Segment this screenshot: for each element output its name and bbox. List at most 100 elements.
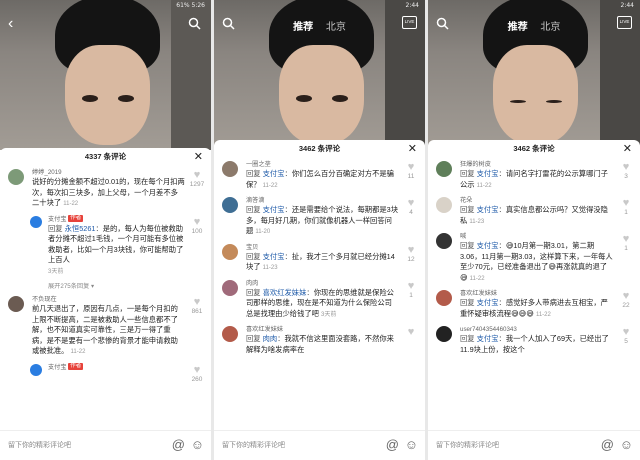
screen-3: 2:44 推荐 北京 LIVE 3462 条评论 ✕ 狂爆的树皮 回复 支付宝：请…	[428, 0, 640, 460]
reply-target[interactable]: 喜欢红发妹妹	[263, 288, 307, 297]
reply-item[interactable]: 支付宝 作者 回复 永恒5261：是的，每人为每位被救助者分摊不超过1毛钱，一个…	[0, 213, 211, 281]
like-button[interactable]: ♥ 260	[189, 364, 205, 383]
comment-item[interactable]: 肉肉 回复 喜欢红发妹妹：你现在的思维就是保险公司那样的思维，现在是不知道为什么…	[214, 277, 425, 324]
comment-username[interactable]: 宝贝	[246, 243, 399, 252]
comment-input-bar[interactable]: 留下你的精彩评论吧 @ ☺	[214, 430, 425, 460]
avatar[interactable]	[8, 296, 24, 312]
reply-target[interactable]: 支付宝	[263, 252, 285, 261]
reply-item[interactable]: 支付宝 作者 ♥ 260	[0, 361, 211, 383]
like-button[interactable]: ♥ 861	[189, 297, 205, 316]
comment-date: 11-23	[469, 218, 485, 225]
comment-list[interactable]: 狂爆的树皮 回复 支付宝：请问名字打雷花的公示算哪门子公示 11-22 ♥ 3 花…	[428, 158, 640, 430]
reply-target[interactable]: 永恒5261	[65, 224, 96, 233]
emoji-icon[interactable]: ☺	[191, 437, 204, 452]
close-icon[interactable]: ✕	[623, 140, 632, 158]
like-button[interactable]: ♥ 4	[403, 198, 419, 217]
reply-target[interactable]: 支付宝	[477, 169, 499, 178]
comment-input-bar[interactable]: 留下你的精彩评论吧 @ ☺	[428, 430, 640, 460]
reply-target[interactable]: 支付宝	[477, 205, 499, 214]
comment-username[interactable]: 喜欢红发妹妹	[460, 289, 614, 298]
like-button[interactable]: ♥ 5	[618, 327, 634, 346]
comment-username[interactable]: 婷婷_2019	[32, 168, 185, 177]
close-icon[interactable]: ✕	[194, 148, 203, 166]
comment-input[interactable]: 留下你的精彩评论吧	[436, 440, 499, 450]
tab-recommend[interactable]: 推荐	[293, 22, 313, 33]
tab-recommend[interactable]: 推荐	[508, 22, 528, 33]
avatar[interactable]	[222, 161, 238, 177]
like-button[interactable]: ♥ 3	[618, 162, 634, 181]
live-icon[interactable]: LIVE	[402, 16, 417, 29]
like-button[interactable]: ♥ 12	[403, 244, 419, 263]
avatar[interactable]	[436, 161, 452, 177]
comment-item[interactable]: 狂爆的树皮 回复 支付宝：请问名字打雷花的公示算哪门子公示 11-22 ♥ 3	[428, 158, 640, 194]
comments-sheet: 3462 条评论 ✕ 一圈之垄 回复 支付宝：你们怎么百分百确定对方不是骗保？ 1…	[214, 140, 425, 460]
avatar[interactable]	[8, 169, 24, 185]
comment-item[interactable]: 喜欢红发妹妹 回复 肉肉：我就不信这里面没套路，不然你来解释为啥发病率在 ♥	[214, 323, 425, 358]
comment-input[interactable]: 留下你的精彩评论吧	[222, 440, 285, 450]
like-button[interactable]: ♥ 1	[618, 234, 634, 253]
reply-target[interactable]: 支付宝	[263, 205, 285, 214]
comment-item[interactable]: user7404354460343 回复 支付宝：我一个人加入了69天，已经出了…	[428, 323, 640, 358]
like-button[interactable]: ♥ 100	[189, 216, 205, 235]
comment-input[interactable]: 留下你的精彩评论吧	[8, 440, 71, 450]
comment-item[interactable]: 喊 回复 支付宝：😅10月第一期3.01，第二期3.06，11月第一期3.03，…	[428, 230, 640, 287]
reply-target[interactable]: 肉肉	[263, 334, 278, 343]
close-icon[interactable]: ✕	[408, 140, 417, 158]
reply-target[interactable]: 支付宝	[263, 169, 285, 178]
like-count: 4	[409, 209, 413, 216]
avatar[interactable]	[30, 363, 42, 376]
comment-item[interactable]: 喜欢红发妹妹 回复 支付宝：感觉好多人带病进去互相宝，严重怀疑审核流程😅😅😅 1…	[428, 287, 640, 323]
reply-target[interactable]: 支付宝	[477, 334, 499, 343]
avatar[interactable]	[436, 197, 452, 213]
tab-beijing[interactable]: 北京	[540, 22, 560, 33]
comment-username[interactable]: user7404354460343	[460, 325, 614, 334]
comment-username[interactable]: 不负现在	[32, 295, 185, 304]
comment-username[interactable]: 滴答滴	[246, 196, 399, 205]
at-icon[interactable]: @	[172, 437, 185, 452]
comment-username[interactable]: 喊	[460, 232, 614, 241]
comment-item[interactable]: 花朵 回复 支付宝：真实信息都公示吗？又觉得没隐私 11-23 ♥ 1	[428, 194, 640, 230]
comment-username[interactable]: 喜欢红发妹妹	[246, 325, 399, 334]
comment-list[interactable]: 一圈之垄 回复 支付宝：你们怎么百分百确定对方不是骗保？ 11-22 ♥ 11 滴…	[214, 158, 425, 430]
reply-target[interactable]: 支付宝	[477, 298, 499, 307]
like-button[interactable]: ♥ 1	[618, 198, 634, 217]
comment-item[interactable]: 不负现在 前几天退出了，原因有几点，一是每个月扣的上限不断提高，二是被救助人一些…	[0, 293, 211, 361]
comment-list[interactable]: 婷婷_2019 说好的分摊金额不超过0.01的，现在每个月扣两次，每次扣三块多，…	[0, 166, 211, 430]
like-button[interactable]: ♥	[403, 327, 419, 338]
avatar[interactable]	[222, 243, 238, 260]
comment-username[interactable]: 支付宝	[48, 216, 67, 223]
search-icon[interactable]	[188, 17, 201, 33]
comment-item[interactable]: 一圈之垄 回复 支付宝：你们怎么百分百确定对方不是骗保？ 11-22 ♥ 11	[214, 158, 425, 194]
avatar[interactable]	[436, 290, 452, 306]
back-arrow-icon[interactable]: ‹	[8, 16, 13, 32]
avatar[interactable]	[222, 279, 238, 296]
like-button[interactable]: ♥ 1	[403, 280, 419, 299]
screen-1: 61% 5:26 ‹ 4337 条评论 ✕ 婷婷_2019 说好的分摊金额不超过0…	[0, 0, 211, 460]
comment-username[interactable]: 花朵	[460, 196, 614, 205]
emoji-icon[interactable]: ☺	[620, 437, 633, 452]
like-button[interactable]: ♥ 11	[403, 162, 419, 181]
comment-item[interactable]: 婷婷_2019 说好的分摊金额不超过0.01的，现在每个月扣两次，每次扣三块多，…	[0, 166, 211, 213]
comment-username[interactable]: 肉肉	[246, 279, 399, 288]
comment-username[interactable]: 狂爆的树皮	[460, 160, 614, 169]
comment-username[interactable]: 一圈之垄	[246, 160, 399, 169]
avatar[interactable]	[436, 326, 452, 342]
comment-item[interactable]: 宝贝 回复 支付宝：扯，我才三个多月就已经分摊14块了 11-23 ♥ 12	[214, 241, 425, 277]
reply-target[interactable]: 支付宝	[477, 241, 499, 250]
comment-input-bar[interactable]: 留下你的精彩评论吧 @ ☺	[0, 430, 211, 460]
emoji-icon[interactable]: ☺	[405, 437, 418, 452]
expand-replies-link[interactable]: 展开275条回复 ▾	[0, 280, 211, 293]
at-icon[interactable]: @	[601, 437, 614, 452]
avatar[interactable]	[222, 326, 238, 342]
avatar[interactable]	[222, 197, 238, 213]
avatar[interactable]	[30, 215, 42, 228]
comment-text: 说好的分摊金额不超过0.01的，现在每个月扣两次，每次扣三块多，加上父母，一个月…	[32, 177, 185, 207]
tab-beijing[interactable]: 北京	[326, 22, 346, 33]
like-button[interactable]: ♥ 1297	[189, 170, 205, 189]
avatar[interactable]	[436, 233, 452, 249]
live-icon[interactable]: LIVE	[617, 16, 632, 29]
comment-username[interactable]: 支付宝	[48, 364, 67, 371]
at-icon[interactable]: @	[386, 437, 399, 452]
like-button[interactable]: ♥ 22	[618, 291, 634, 310]
comment-item[interactable]: 滴答滴 回复 支付宝：还是需要给个说法，每期都是3块多，每月好几期，你们就像机器…	[214, 194, 425, 241]
